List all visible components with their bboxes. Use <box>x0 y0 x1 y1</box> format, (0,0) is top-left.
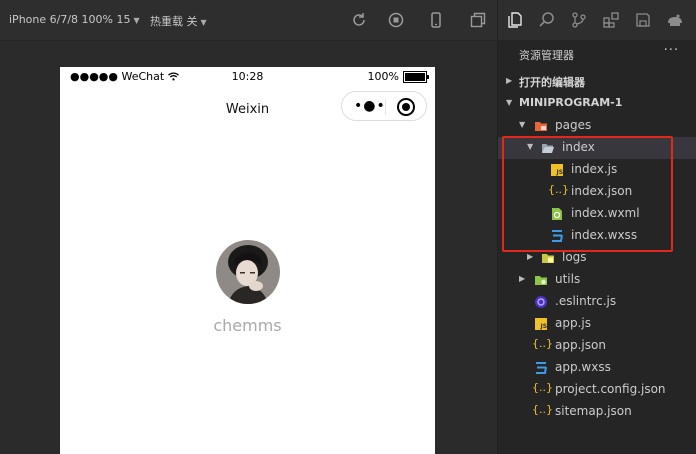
preview-icon[interactable] <box>387 11 405 29</box>
status-bar: ●●●●● WeChat 10:28 100% <box>60 67 435 87</box>
svg-text:JS: JS <box>540 323 548 330</box>
js-file-icon: JS <box>535 318 548 330</box>
tree-item-label: app.wxss <box>555 360 611 374</box>
simulator-toolbar: iPhone 6/7/8 100% 15 ▼ 热重载 关 ▼ <box>0 0 497 41</box>
tree-item-index-json[interactable]: {..} index.json <box>498 181 696 203</box>
battery-fill <box>405 72 425 81</box>
hot-reload-label: 热重载 关 <box>150 15 198 28</box>
avatar-image <box>216 240 280 304</box>
tree-item-eslintrc[interactable]: .eslintrc.js <box>498 291 696 313</box>
tree-item-label: index.wxss <box>571 228 638 242</box>
project-section[interactable]: ▼ MINIPROGRAM-1 <box>498 93 696 115</box>
capsule-divider <box>385 99 386 115</box>
tree-item-index-wxml[interactable]: index.wxml <box>498 203 696 225</box>
tree-item-label: index.js <box>571 162 618 176</box>
tree-item-pages[interactable]: ▼ pages <box>498 115 696 137</box>
chevron-down-icon: ▼ <box>200 18 207 27</box>
tree-item-label: pages <box>555 118 592 132</box>
wxss-file-icon <box>552 230 563 242</box>
json-file-icon: {..} <box>532 381 553 394</box>
simulator-area: ●●●●● WeChat 10:28 100% Weixin •●• chemm… <box>0 41 497 454</box>
user-nickname: chemms <box>213 316 282 335</box>
wxss-file-icon <box>536 362 547 374</box>
folder-pages-icon <box>535 122 547 131</box>
capsule-menu[interactable]: •●• <box>341 91 427 121</box>
json-file-icon: {..} <box>548 183 569 196</box>
tree-item-label: sitemap.json <box>555 404 632 418</box>
battery-status: 100% <box>367 70 429 83</box>
chevron-down-icon: ▼ <box>133 16 140 25</box>
source-control-icon[interactable] <box>570 11 588 29</box>
chevron-right-icon: ▶ <box>527 252 534 261</box>
tree-item-index-js[interactable]: JS index.js <box>498 159 696 181</box>
tree-item-utils[interactable]: ▶ utils <box>498 269 696 291</box>
files-icon[interactable] <box>506 11 524 29</box>
folder-open-icon <box>542 144 554 153</box>
hot-reload-toggle[interactable]: 热重载 关 ▼ <box>150 13 207 29</box>
phone-screen: ●●●●● WeChat 10:28 100% Weixin •●• chemm… <box>60 67 435 454</box>
storage-icon[interactable] <box>634 11 652 29</box>
tree-item-label: index <box>562 140 595 154</box>
tree-item-app-wxss[interactable]: app.wxss <box>498 357 696 379</box>
folder-logs-icon <box>542 254 554 263</box>
json-file-icon: {..} <box>532 337 553 350</box>
wxml-file-icon <box>552 208 562 220</box>
device-select[interactable]: iPhone 6/7/8 100% 15 ▼ <box>9 13 140 26</box>
tree-item-label: project.config.json <box>555 382 666 396</box>
svg-text:JS: JS <box>556 169 564 176</box>
more-dots-icon[interactable]: •●• <box>354 98 386 114</box>
device-select-label: iPhone 6/7/8 100% 15 <box>9 13 131 26</box>
more-options-icon[interactable]: ··· <box>664 43 679 58</box>
avatar[interactable] <box>216 240 280 304</box>
battery-percent: 100% <box>367 70 399 83</box>
chevron-right-icon: ▶ <box>519 274 526 283</box>
open-editors-section[interactable]: ▶ 打开的编辑器 <box>498 71 696 93</box>
open-editors-label: 打开的编辑器 <box>519 76 585 89</box>
eslint-file-icon <box>535 296 547 308</box>
explorer-title: 资源管理器 <box>519 49 574 62</box>
chevron-right-icon: ▶ <box>506 76 513 85</box>
extensions-icon[interactable] <box>602 11 620 29</box>
tree-item-app-js[interactable]: JS app.js <box>498 313 696 335</box>
chevron-down-icon: ▼ <box>506 98 513 107</box>
activity-bar <box>497 0 696 40</box>
close-mini-program-icon[interactable] <box>397 98 415 116</box>
battery-icon <box>403 70 429 83</box>
tree-item-label: utils <box>555 272 581 286</box>
search-icon[interactable] <box>538 11 556 29</box>
tree-item-project-config[interactable]: {..} project.config.json <box>498 379 696 401</box>
tree-item-label: index.wxml <box>571 206 640 220</box>
folder-utils-icon <box>535 276 547 285</box>
chevron-down-icon: ▼ <box>527 142 534 151</box>
phone-icon[interactable] <box>427 11 445 29</box>
tree-item-label: app.json <box>555 338 606 352</box>
tree-item-index-wxss[interactable]: index.wxss <box>498 225 696 247</box>
tree-item-label: logs <box>562 250 587 264</box>
js-file-icon: JS <box>551 164 564 176</box>
compile-icon[interactable] <box>350 11 368 29</box>
tree-item-index[interactable]: ▼ index <box>498 137 696 159</box>
debug-icon[interactable] <box>666 11 684 29</box>
tree-item-label: app.js <box>555 316 591 330</box>
explorer-panel: 资源管理器 ··· ▶ 打开的编辑器 ▼ MINIPROGRAM-1 ▼ pag… <box>497 40 696 454</box>
tree-item-sitemap[interactable]: {..} sitemap.json <box>498 401 696 423</box>
tree-item-logs[interactable]: ▶ logs <box>498 247 696 269</box>
tree-item-app-json[interactable]: {..} app.json <box>498 335 696 357</box>
tree-item-label: .eslintrc.js <box>555 294 617 308</box>
window-icon[interactable] <box>469 11 487 29</box>
tree-item-label: index.json <box>571 184 633 198</box>
json-file-icon: {..} <box>532 403 553 416</box>
chevron-down-icon: ▼ <box>519 120 526 129</box>
project-label: MINIPROGRAM-1 <box>519 96 623 109</box>
